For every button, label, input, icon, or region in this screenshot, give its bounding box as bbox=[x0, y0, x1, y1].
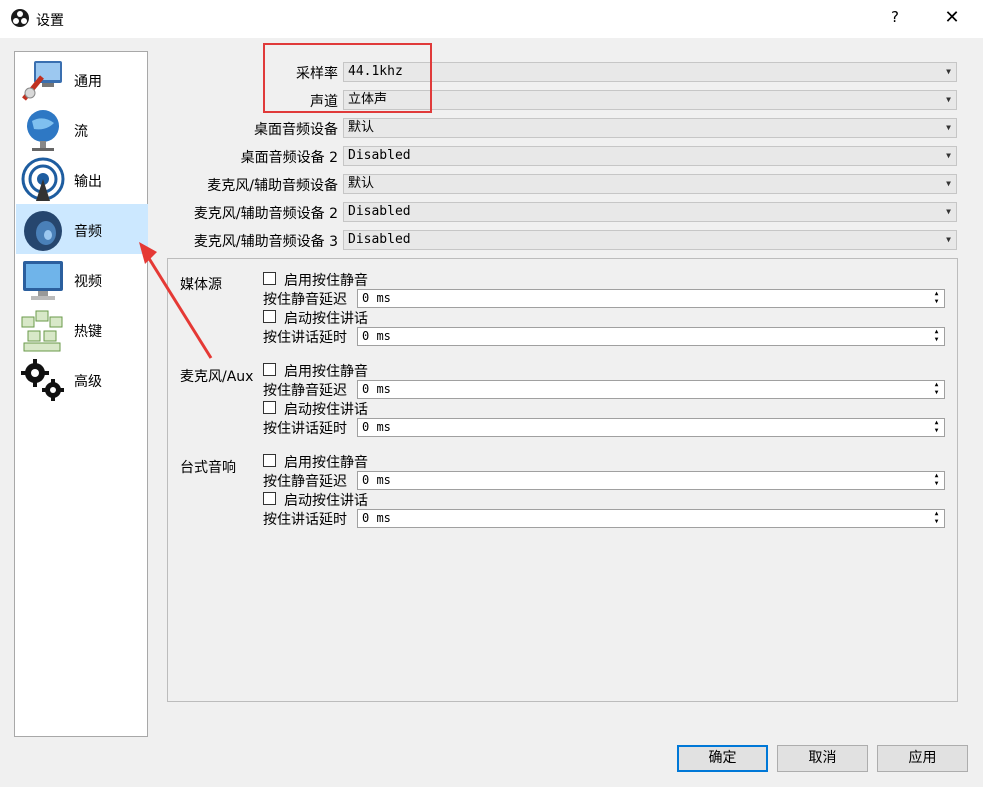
mic-aux-3-value: Disabled bbox=[348, 232, 411, 247]
window-title: 设置 bbox=[36, 13, 64, 29]
mic-aux-label: 麦克风/辅助音频设备 bbox=[207, 178, 338, 194]
dropdown-arrow-icon: ▼ bbox=[946, 207, 951, 216]
desktop-push-to-mute-delay-label: 按住静音延迟 bbox=[263, 474, 347, 490]
checkbox-label: 启动按住讲话 bbox=[284, 402, 368, 418]
sidebar-item-hotkeys[interactable]: 热键 bbox=[16, 304, 148, 354]
cancel-button[interactable]: 取消 bbox=[777, 745, 868, 772]
dropdown-arrow-icon: ▼ bbox=[946, 95, 951, 104]
mic-aux-3-select[interactable]: Disabled ▼ bbox=[343, 230, 957, 250]
spinbox-value: 0 ms bbox=[362, 382, 391, 396]
checkbox-label: 启动按住讲话 bbox=[284, 311, 368, 327]
hotkeys-icon bbox=[21, 310, 63, 352]
annotation-arrow-icon bbox=[139, 242, 213, 359]
desktop-audio-2-value: Disabled bbox=[348, 148, 411, 163]
output-icon bbox=[21, 157, 65, 201]
mic-push-to-talk-delay-spinbox[interactable]: 0 ms ▲ ▼ bbox=[357, 418, 945, 437]
sidebar-item-advanced[interactable]: 高级 bbox=[16, 354, 148, 404]
sidebar-label: 流 bbox=[74, 124, 88, 140]
checkbox-label: 启用按住静音 bbox=[284, 273, 368, 289]
group-title-mic-aux: 麦克风/Aux bbox=[180, 369, 254, 385]
desktop-push-to-talk-delay-spinbox[interactable]: 0 ms ▲ ▼ bbox=[357, 509, 945, 528]
mic-aux-2-value: Disabled bbox=[348, 204, 411, 219]
media-push-to-talk-delay-spinbox[interactable]: 0 ms ▲ ▼ bbox=[357, 327, 945, 346]
mic-aux-2-label: 麦克风/辅助音频设备 2 bbox=[193, 206, 338, 222]
sidebar-label: 高级 bbox=[74, 374, 102, 390]
desktop-push-to-mute-delay-spinbox[interactable]: 0 ms ▲ ▼ bbox=[357, 471, 945, 490]
media-push-to-mute-delay-spinbox[interactable]: 0 ms ▲ ▼ bbox=[357, 289, 945, 308]
stream-icon bbox=[27, 110, 59, 151]
checkbox-box[interactable] bbox=[263, 492, 276, 505]
spin-arrows-icon[interactable]: ▲ ▼ bbox=[931, 419, 942, 436]
gear-icon bbox=[21, 359, 64, 401]
annotation-highlight-box bbox=[263, 43, 432, 113]
general-icon bbox=[22, 61, 62, 101]
checkbox-label: 启动按住讲话 bbox=[284, 493, 368, 509]
spinbox-value: 0 ms bbox=[362, 420, 391, 434]
checkbox-box[interactable] bbox=[263, 310, 276, 323]
checkbox-box[interactable] bbox=[263, 401, 276, 414]
sidebar-label: 视频 bbox=[74, 274, 102, 290]
title-bar bbox=[0, 0, 983, 38]
mic-aux-2-select[interactable]: Disabled ▼ bbox=[343, 202, 957, 222]
ok-button[interactable]: 确定 bbox=[677, 745, 768, 772]
group-title-desktop-audio: 台式音响 bbox=[180, 460, 236, 476]
sidebar-item-video[interactable]: 视频 bbox=[16, 254, 148, 304]
video-icon bbox=[23, 261, 63, 300]
close-button[interactable]: ✕ bbox=[940, 6, 964, 30]
mic-aux-value: 默认 bbox=[348, 176, 375, 191]
help-button[interactable]: ? bbox=[884, 8, 906, 30]
apply-button[interactable]: 应用 bbox=[877, 745, 968, 772]
channels-select[interactable]: 立体声 ▼ bbox=[343, 90, 957, 110]
spin-arrows-icon[interactable]: ▲ ▼ bbox=[931, 328, 942, 345]
audio-icon bbox=[24, 211, 62, 251]
desktop-audio-2-label: 桌面音频设备 2 bbox=[240, 150, 338, 166]
spin-arrows-icon[interactable]: ▲ ▼ bbox=[931, 290, 942, 307]
sample-rate-select[interactable]: 44.1khz ▼ bbox=[343, 62, 957, 82]
checkbox-box[interactable] bbox=[263, 272, 276, 285]
spin-arrows-icon[interactable]: ▲ ▼ bbox=[931, 510, 942, 527]
spinbox-value: 0 ms bbox=[362, 511, 391, 525]
dropdown-arrow-icon: ▼ bbox=[946, 179, 951, 188]
sidebar-item-output[interactable]: 输出 bbox=[16, 154, 148, 204]
dropdown-arrow-icon: ▼ bbox=[946, 151, 951, 160]
desktop-audio-2-select[interactable]: Disabled ▼ bbox=[343, 146, 957, 166]
sidebar-item-general[interactable]: 通用 bbox=[16, 54, 148, 104]
checkbox-label: 启用按住静音 bbox=[284, 364, 368, 380]
media-push-to-talk-delay-label: 按住讲话延时 bbox=[263, 330, 347, 346]
checkbox-box[interactable] bbox=[263, 454, 276, 467]
mic-push-to-mute-delay-spinbox[interactable]: 0 ms ▲ ▼ bbox=[357, 380, 945, 399]
mic-push-to-mute-delay-label: 按住静音延迟 bbox=[263, 383, 347, 399]
spin-arrows-icon[interactable]: ▲ ▼ bbox=[931, 472, 942, 489]
sidebar-label: 通用 bbox=[74, 74, 102, 90]
desktop-audio-value: 默认 bbox=[348, 120, 375, 135]
mic-aux-select[interactable]: 默认 ▼ bbox=[343, 174, 957, 194]
media-push-to-mute-delay-label: 按住静音延迟 bbox=[263, 292, 347, 308]
spinbox-value: 0 ms bbox=[362, 291, 391, 305]
checkbox-label: 启用按住静音 bbox=[284, 455, 368, 471]
desktop-audio-label: 桌面音频设备 bbox=[254, 122, 338, 138]
desktop-audio-select[interactable]: 默认 ▼ bbox=[343, 118, 957, 138]
sidebar-label: 热键 bbox=[74, 324, 102, 340]
spinbox-value: 0 ms bbox=[362, 473, 391, 487]
obs-logo-icon bbox=[11, 9, 29, 27]
sidebar-item-stream[interactable]: 流 bbox=[16, 104, 148, 154]
mic-push-to-talk-delay-label: 按住讲话延时 bbox=[263, 421, 347, 437]
dropdown-arrow-icon: ▼ bbox=[946, 235, 951, 244]
desktop-push-to-talk-delay-label: 按住讲话延时 bbox=[263, 512, 347, 528]
sidebar-item-audio[interactable]: 音频 bbox=[16, 204, 148, 254]
sidebar-label: 输出 bbox=[74, 174, 102, 190]
settings-sidebar: 通用 流 输出 音频 视频 热键 高级 bbox=[14, 51, 148, 737]
dropdown-arrow-icon: ▼ bbox=[946, 123, 951, 132]
dropdown-arrow-icon: ▼ bbox=[946, 67, 951, 76]
spinbox-value: 0 ms bbox=[362, 329, 391, 343]
checkbox-box[interactable] bbox=[263, 363, 276, 376]
sidebar-label: 音频 bbox=[74, 224, 102, 240]
spin-arrows-icon[interactable]: ▲ ▼ bbox=[931, 381, 942, 398]
